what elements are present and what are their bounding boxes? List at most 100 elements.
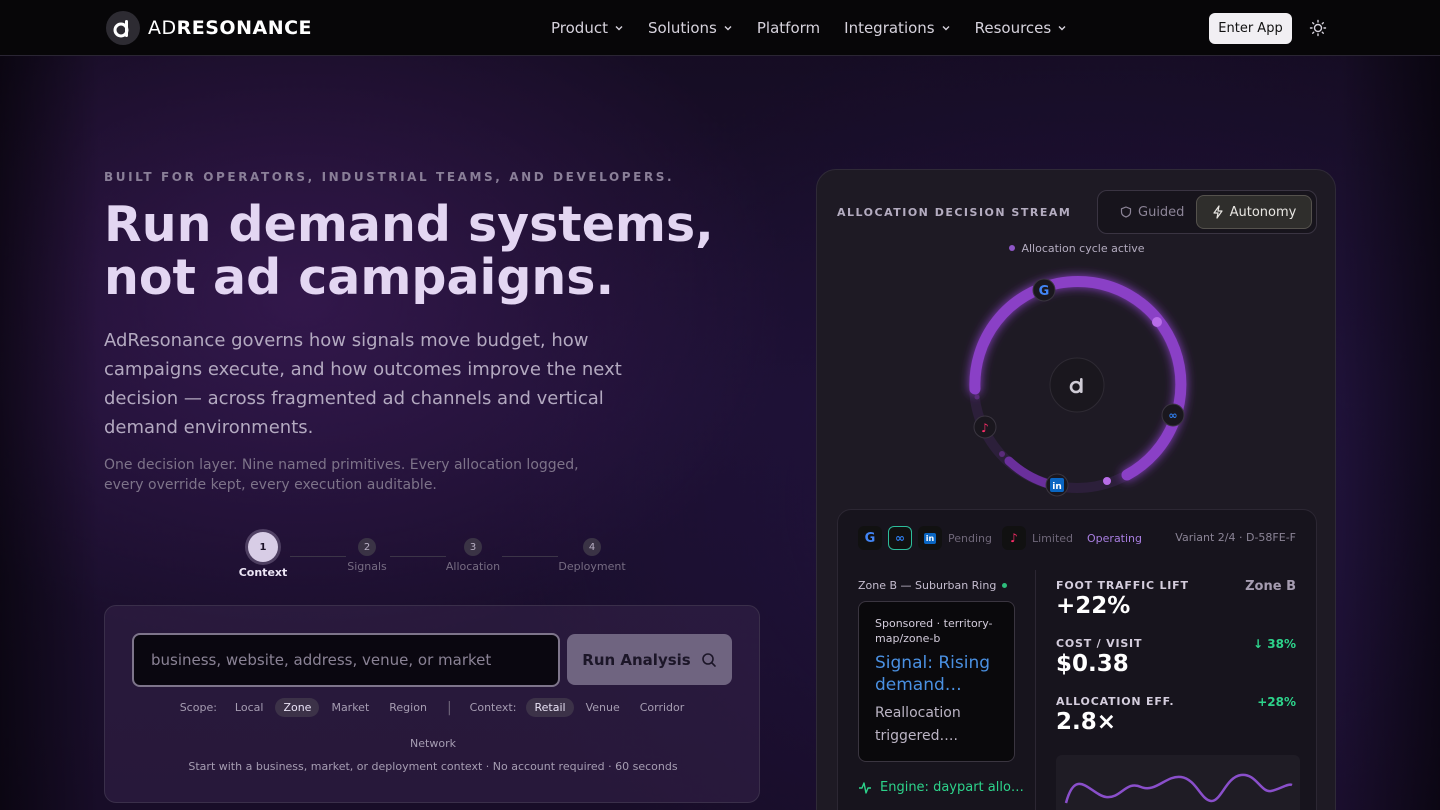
- nav-product[interactable]: Product: [551, 19, 624, 37]
- ad-sponsor: Sponsored · territory-map/zone-b: [875, 617, 993, 645]
- cycle-status-text: Allocation cycle active: [1021, 242, 1145, 255]
- metric-zone: Zone B: [1245, 579, 1296, 594]
- run-analysis-button[interactable]: Run Analysis: [567, 634, 732, 685]
- top-nav: ADRESONANCE Product Solutions Platform I…: [0, 0, 1440, 56]
- svg-text:G: G: [1039, 284, 1050, 299]
- brand-logo[interactable]: ADRESONANCE: [106, 11, 312, 45]
- linkedin-icon: in: [1045, 473, 1069, 497]
- linkedin-status: Pending: [948, 531, 992, 545]
- chip-separator: |: [446, 699, 452, 716]
- nav-integrations[interactable]: Integrations: [844, 19, 950, 37]
- tiktok-status: Limited: [1031, 531, 1074, 545]
- scope-zone[interactable]: Zone: [275, 698, 320, 717]
- mode-toggle: Guided Autonomy: [1097, 190, 1317, 234]
- status-dot-icon: [1002, 583, 1008, 588]
- step-number: 4: [583, 538, 601, 556]
- right-edge-shade: [1340, 56, 1440, 810]
- scope-region[interactable]: Region: [381, 698, 435, 717]
- progress-stepper: 1 Context 2 Signals 3 Allocation 4 Deplo…: [232, 532, 632, 582]
- step-allocation[interactable]: 3 Allocation: [433, 532, 513, 573]
- zone-label: Zone B — Suburban Ring: [858, 579, 1008, 592]
- brand-wordmark: ADRESONANCE: [148, 17, 313, 39]
- metric-delta: +28%: [1257, 695, 1296, 709]
- step-number: 3: [464, 538, 482, 556]
- context-venue[interactable]: Venue: [578, 698, 628, 717]
- google-icon[interactable]: G: [858, 526, 882, 550]
- channel-status-row: G ∞ in Pending ♪ Limited Operating: [858, 526, 1142, 550]
- step-deployment[interactable]: 4 Deployment: [552, 532, 632, 573]
- ad-preview-card[interactable]: Sponsored · territory-map/zone-b Signal:…: [858, 601, 1015, 762]
- linkedin-icon[interactable]: in: [918, 526, 942, 550]
- context-corridor[interactable]: Corridor: [632, 698, 693, 717]
- search-icon: [701, 652, 716, 667]
- engine-text: Engine: daypart allo…: [880, 780, 1024, 795]
- mode-guided-label: Guided: [1138, 204, 1185, 220]
- allocation-ring: G ∞ ♪ in: [969, 275, 1187, 497]
- sparkline-bg: [1056, 755, 1300, 810]
- allocation-panel: ALLOCATION DECISION STREAM Guided Autono…: [816, 169, 1336, 810]
- tiktok-icon: ♪: [973, 415, 997, 439]
- enter-app-button[interactable]: Enter App: [1209, 13, 1292, 44]
- metric-foot-traffic: FOOT TRAFFIC LIFT +22% Zone B: [1056, 579, 1296, 619]
- trend-sparkline: [1056, 755, 1300, 810]
- cycle-status: Allocation cycle active: [817, 242, 1337, 255]
- mode-autonomy-button[interactable]: Autonomy: [1196, 195, 1312, 229]
- step-label: Deployment: [558, 560, 626, 573]
- column-divider: [1035, 570, 1036, 810]
- panel-title: ALLOCATION DECISION STREAM: [837, 206, 1072, 219]
- metric-delta: ↓ 38%: [1253, 637, 1296, 651]
- ad-title: Signal: Rising demand…: [875, 653, 991, 695]
- context-chips-row-2: Network: [105, 734, 761, 753]
- scope-local[interactable]: Local: [227, 698, 272, 717]
- ring-center: [1049, 357, 1105, 413]
- meta-icon[interactable]: ∞: [888, 526, 912, 550]
- context-search-input[interactable]: [132, 633, 560, 687]
- step-label: Allocation: [445, 560, 501, 573]
- svg-text:♪: ♪: [981, 421, 989, 435]
- ring-node: [974, 394, 980, 400]
- svg-text:∞: ∞: [1168, 409, 1177, 422]
- chevron-down-icon: [615, 26, 623, 31]
- decision-detail-card: G ∞ in Pending ♪ Limited Operating Varia…: [837, 509, 1317, 810]
- ring-node: [1152, 317, 1162, 327]
- scope-label: Scope:: [179, 701, 217, 714]
- meta-icon: ∞: [1161, 403, 1185, 427]
- tiktok-icon[interactable]: ♪: [1001, 526, 1026, 550]
- nav-solutions[interactable]: Solutions: [648, 19, 733, 37]
- nav-platform[interactable]: Platform: [757, 19, 820, 37]
- shield-icon: [1120, 206, 1132, 218]
- metric-cost-visit: COST / VISIT $0.38 ↓ 38%: [1056, 637, 1296, 677]
- chevron-down-icon: [942, 26, 950, 31]
- logo-mark-icon: [106, 11, 140, 45]
- activity-icon: [859, 781, 871, 794]
- svg-text:in: in: [1052, 482, 1062, 492]
- metric-value: $0.38: [1056, 651, 1129, 677]
- zone-name: Zone B — Suburban Ring: [858, 579, 997, 592]
- chevron-down-icon: [724, 26, 732, 31]
- step-number: 1: [248, 532, 278, 562]
- variant-label: Variant 2/4 · D-58FE-F: [1175, 531, 1296, 544]
- run-analysis-label: Run Analysis: [582, 650, 691, 669]
- step-context[interactable]: 1 Context: [223, 532, 303, 579]
- scope-market[interactable]: Market: [323, 698, 377, 717]
- metric-allocation-eff: ALLOCATION EFF. 2.8× +28%: [1056, 695, 1296, 735]
- analysis-card: Run Analysis Scope: Local Zone Market Re…: [104, 605, 760, 803]
- sun-icon[interactable]: [1308, 18, 1328, 38]
- scope-context-chips: Scope: Local Zone Market Region | Contex…: [105, 698, 761, 717]
- context-network[interactable]: Network: [402, 734, 464, 753]
- nav-resources[interactable]: Resources: [975, 19, 1068, 37]
- ring-node: [1103, 477, 1111, 485]
- context-retail[interactable]: Retail: [526, 698, 574, 717]
- headline-line-1: Run demand systems,: [104, 196, 714, 253]
- step-label: Signals: [347, 560, 387, 573]
- hero-subtext: One decision layer. Nine named primitive…: [104, 457, 579, 493]
- step-number: 2: [358, 538, 376, 556]
- operating-status: Operating: [1087, 531, 1143, 545]
- status-dot-icon: [1009, 245, 1016, 251]
- hero-lede: AdResonance governs how signals move bud…: [104, 330, 622, 438]
- headline-line-2: not ad campaigns.: [104, 249, 615, 306]
- left-edge-shade: [0, 56, 100, 810]
- mode-guided-button[interactable]: Guided: [1104, 195, 1200, 229]
- step-signals[interactable]: 2 Signals: [327, 532, 407, 573]
- engine-status: Engine: daypart allo…: [858, 780, 1024, 795]
